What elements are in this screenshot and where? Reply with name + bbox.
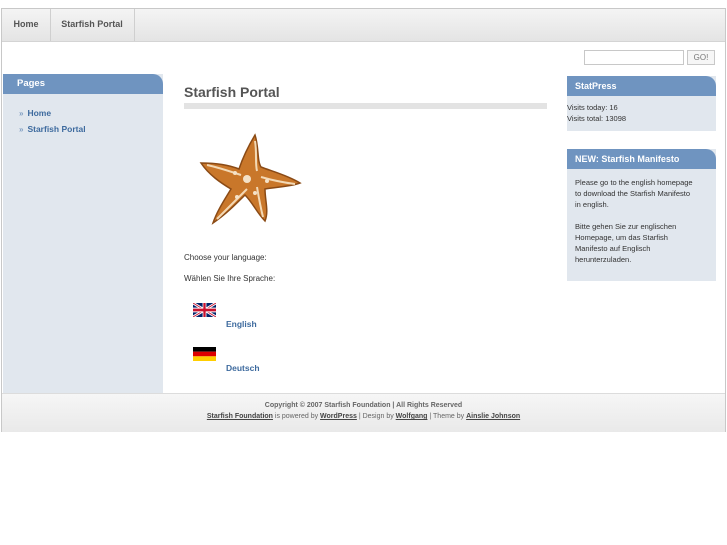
- manifesto-body: Please go to the english homepage to dow…: [567, 169, 716, 265]
- manifesto-text-line: herunterzuladen.: [575, 255, 632, 264]
- footer-text: is powered by: [272, 413, 321, 420]
- nav-home[interactable]: Home: [2, 9, 51, 41]
- footer: Copyright © 2007 Starfish Foundation | A…: [2, 393, 725, 432]
- language-link-deutsch[interactable]: Deutsch: [226, 363, 260, 373]
- title-divider: [184, 103, 547, 109]
- footer-text: | Design by: [356, 413, 396, 420]
- search-input[interactable]: [584, 50, 684, 65]
- manifesto-text-line: to download the Starfish Manifesto: [575, 189, 691, 198]
- german-flag-icon[interactable]: [193, 347, 216, 361]
- sidebar-title: Pages: [3, 74, 163, 94]
- footer-link-wolfgang[interactable]: Wolfgang: [396, 413, 428, 420]
- bullet-icon: »: [19, 125, 24, 134]
- sidebar-list: » Home » Starfish Portal: [19, 108, 86, 140]
- statpress-title: StatPress: [567, 76, 716, 96]
- statpress-body: Visits today: 16 Visits total: 13098: [567, 96, 716, 124]
- nav-starfish-portal[interactable]: Starfish Portal: [50, 9, 135, 41]
- manifesto-title: NEW: Starfish Manifesto: [567, 149, 716, 169]
- manifesto-text-line: in english.: [575, 200, 609, 209]
- page-title: Starfish Portal: [184, 84, 280, 100]
- sidebar-item-starfish-portal[interactable]: » Starfish Portal: [19, 124, 86, 140]
- sidebar: Pages » Home » Starfish Portal: [3, 74, 163, 393]
- manifesto-text-line: Homepage, um das Starfish: [575, 233, 668, 242]
- statpress-widget: StatPress Visits today: 16 Visits total:…: [567, 76, 716, 131]
- language-link-english[interactable]: English: [226, 319, 257, 329]
- page-frame: Home Starfish Portal GO! Pages » Home » St…: [1, 8, 726, 432]
- bullet-icon: »: [19, 109, 24, 118]
- footer-credits: Starfish Foundation is powered by WordPr…: [2, 413, 725, 420]
- search-go-button[interactable]: GO!: [687, 50, 715, 65]
- choose-language-en: Choose your language:: [184, 253, 267, 262]
- sidebar-item-label: Home: [27, 108, 52, 118]
- sidebar-item-label: Starfish Portal: [27, 124, 86, 134]
- starfish-image: [199, 133, 302, 225]
- footer-link-starfish-foundation[interactable]: Starfish Foundation: [207, 413, 273, 420]
- footer-copyright: Copyright © 2007 Starfish Foundation | A…: [264, 402, 463, 409]
- footer-link-wordpress[interactable]: WordPress: [320, 413, 357, 420]
- top-navigation: Home Starfish Portal: [2, 9, 725, 42]
- visits-today: Visits today: 16: [567, 103, 618, 112]
- uk-flag-icon[interactable]: [193, 303, 216, 317]
- visits-total: Visits total: 13098: [567, 114, 627, 123]
- footer-text: | Theme by: [427, 413, 467, 420]
- manifesto-text-line: Please go to the english homepage: [575, 178, 693, 187]
- sidebar-item-home[interactable]: » Home: [19, 108, 86, 124]
- footer-link-ainslie-johnson[interactable]: Ainslie Johnson: [466, 413, 520, 420]
- choose-language-de: Wählen Sie Ihre Sprache:: [184, 274, 276, 283]
- manifesto-text-line: Bitte gehen Sie zur englischen: [575, 222, 677, 231]
- manifesto-widget: NEW: Starfish Manifesto Please go to the…: [567, 149, 716, 281]
- manifesto-text-line: Manifesto auf Englisch: [575, 244, 651, 253]
